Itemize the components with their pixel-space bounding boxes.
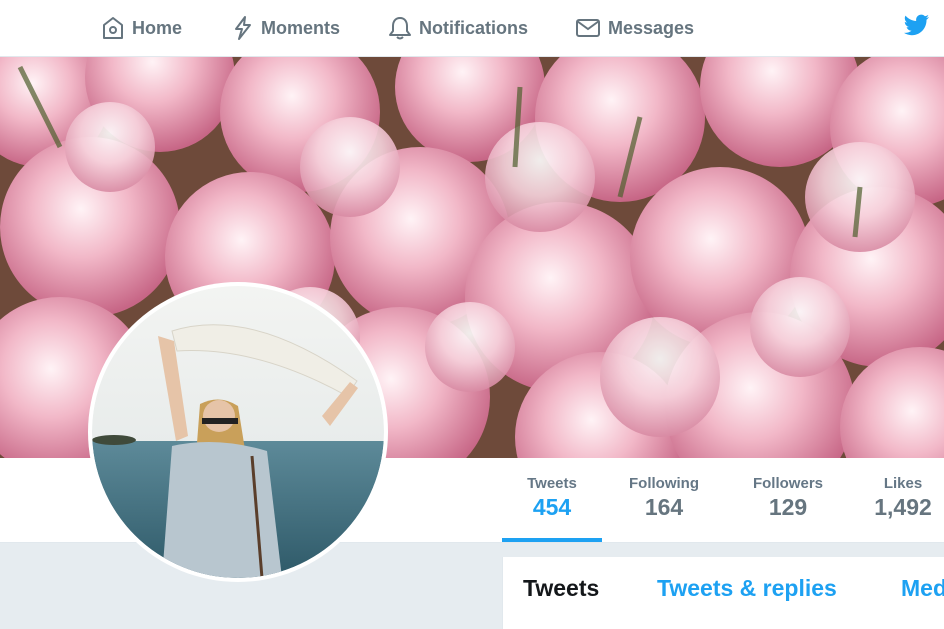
twitter-bird-icon[interactable] — [902, 14, 930, 38]
stat-tweets[interactable]: Tweets 454 — [502, 458, 602, 542]
top-navigation: Home Moments Notifications Messages — [0, 0, 944, 57]
stat-likes[interactable]: Likes 1,492 — [864, 458, 942, 542]
stat-tweets-label: Tweets — [527, 475, 577, 492]
timeline-tabs: Tweets Tweets & replies Media — [502, 557, 944, 629]
bell-icon — [389, 17, 411, 40]
tab-tweets[interactable]: Tweets — [523, 575, 599, 602]
nav-home[interactable]: Home — [100, 0, 182, 56]
lightning-icon — [235, 16, 251, 40]
nav-messages[interactable]: Messages — [574, 0, 694, 56]
tab-tweets-and-replies[interactable]: Tweets & replies — [657, 575, 837, 602]
nav-notifications[interactable]: Notifications — [387, 0, 528, 56]
stat-likes-label: Likes — [883, 475, 923, 492]
stat-likes-value: 1,492 — [874, 494, 932, 520]
nav-moments[interactable]: Moments — [231, 0, 340, 56]
stat-following[interactable]: Following 164 — [618, 458, 710, 542]
stat-following-label: Following — [629, 475, 699, 492]
tab-media[interactable]: Media — [901, 575, 944, 602]
nav-messages-label: Messages — [608, 17, 695, 38]
nav-moments-label: Moments — [261, 17, 341, 38]
avatar[interactable] — [88, 282, 388, 582]
stat-tweets-value: 454 — [532, 494, 572, 520]
nav-home-label: Home — [132, 17, 183, 38]
stat-followers[interactable]: Followers 129 — [742, 458, 834, 542]
home-icon — [103, 17, 123, 39]
avatar-image — [92, 286, 384, 578]
stat-following-value: 164 — [644, 494, 684, 520]
envelope-icon — [576, 19, 600, 37]
nav-notifications-label: Notifications — [419, 17, 529, 38]
stat-followers-label: Followers — [752, 475, 823, 492]
stat-followers-value: 129 — [768, 494, 808, 520]
